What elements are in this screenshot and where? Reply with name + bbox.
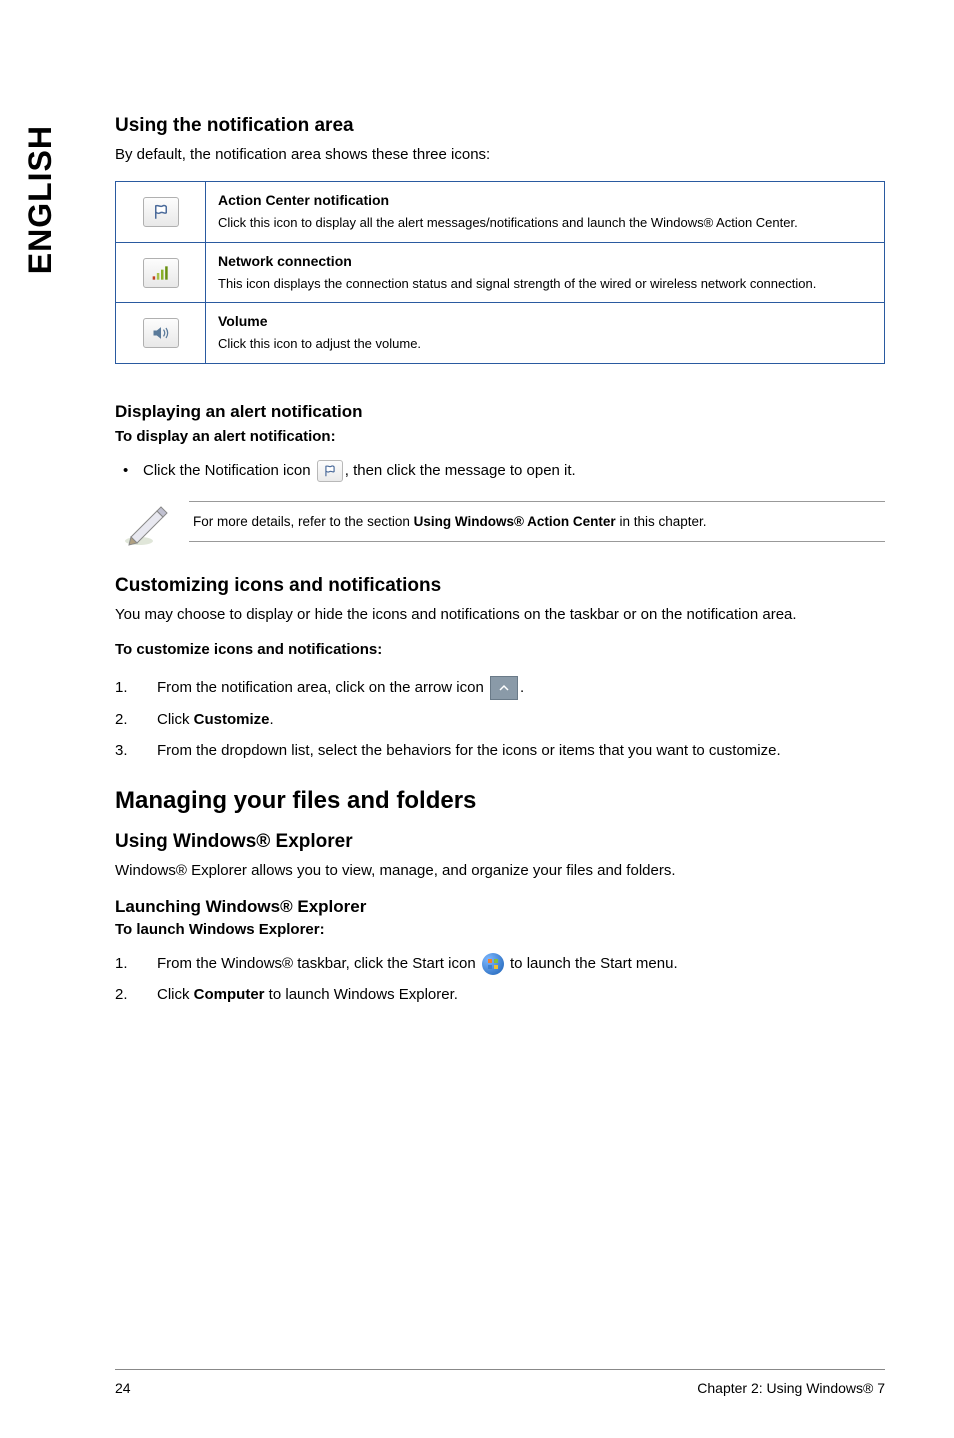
show-hidden-arrow-icon [490,676,518,700]
subheading-launching-explorer: Launching Windows® Explorer [115,897,885,917]
main-heading-managing-files: Managing your files and folders [115,787,885,815]
notification-flag-icon [317,460,343,482]
intro-text: Windows® Explorer allows you to view, ma… [115,861,885,881]
section-heading-customizing: Customizing icons and notifications [115,575,885,597]
volume-speaker-icon [143,318,179,348]
text-segment: to launch Windows Explorer. [265,986,458,1003]
text-segment: Click the Notification icon [143,462,315,479]
table-row: Action Center notification Click this ic… [116,182,885,243]
list-item: 1. From the Windows® taskbar, click the … [115,952,885,975]
icon-cell [116,242,206,303]
page-footer: 24 Chapter 2: Using Windows® 7 [115,1369,885,1396]
icon-cell [116,303,206,364]
action-center-flag-icon [143,197,179,227]
instruction-lead: To customize icons and notifications: [115,641,885,658]
cell-content: Volume Click this icon to adjust the vol… [206,303,885,364]
list-item: 3. From the dropdown list, select the be… [115,739,885,762]
network-signal-icon [143,258,179,288]
text-segment: , then click the message to open it. [345,462,576,479]
bold-segment: Computer [194,986,265,1003]
instruction-lead: To display an alert notification: [115,428,885,445]
cell-desc: Click this icon to display all the alert… [218,214,872,232]
list-text: Click Computer to launch Windows Explore… [157,983,458,1006]
section-heading-notification-area: Using the notification area [115,115,885,137]
numbered-list: 1. From the Windows® taskbar, click the … [115,952,885,1007]
intro-text: By default, the notification area shows … [115,145,885,165]
list-text: From the notification area, click on the… [157,676,524,700]
bullet-item: Click the Notification icon , then click… [143,459,885,483]
instruction-lead: To launch Windows Explorer: [115,921,885,938]
table-row: Volume Click this icon to adjust the vol… [116,303,885,364]
text-segment: . [520,679,524,696]
list-text: From the dropdown list, select the behav… [157,739,781,762]
cell-desc: Click this icon to adjust the volume. [218,335,872,353]
list-item: 2. Click Computer to launch Windows Expl… [115,983,885,1006]
text-segment: From the notification area, click on the… [157,679,488,696]
list-number: 2. [115,708,157,731]
text-segment: From the Windows® taskbar, click the Sta… [157,955,480,972]
list-text: From the Windows® taskbar, click the Sta… [157,952,678,975]
language-tab: ENGLISH [22,125,59,274]
list-number: 1. [115,676,157,699]
list-item: 1. From the notification area, click on … [115,676,885,700]
text-segment: to launch the Start menu. [510,955,678,972]
list-item: 2. Click Customize. [115,708,885,731]
list-number: 3. [115,739,157,762]
text-segment: in this chapter. [616,514,707,529]
cell-title: Action Center notification [218,192,872,208]
subheading-display-alert: Displaying an alert notification [115,402,885,422]
table-row: Network connection This icon displays th… [116,242,885,303]
page-number: 24 [115,1380,131,1396]
bold-segment: Using Windows® Action Center [414,514,616,529]
cell-desc: This icon displays the connection status… [218,275,872,293]
numbered-list: 1. From the notification area, click on … [115,676,885,763]
page-content: Using the notification area By default, … [115,115,885,1014]
list-number: 1. [115,952,157,975]
subheading-windows-explorer: Using Windows® Explorer [115,831,885,853]
notification-icons-table: Action Center notification Click this ic… [115,181,885,364]
cell-content: Action Center notification Click this ic… [206,182,885,243]
windows-start-orb-icon [482,953,504,975]
text-segment: Click [157,711,194,728]
text-segment: . [270,711,274,728]
chapter-label: Chapter 2: Using Windows® 7 [697,1380,885,1396]
list-number: 2. [115,983,157,1006]
note-callout: For more details, refer to the section U… [123,501,885,547]
pencil-note-icon [123,503,171,547]
icon-cell [116,182,206,243]
cell-title: Volume [218,313,872,329]
cell-content: Network connection This icon displays th… [206,242,885,303]
cell-title: Network connection [218,253,872,269]
bold-segment: Customize [194,711,270,728]
list-text: Click Customize. [157,708,274,731]
text-segment: Click [157,986,194,1003]
intro-text: You may choose to display or hide the ic… [115,605,885,625]
text-segment: For more details, refer to the section [193,514,414,529]
note-text: For more details, refer to the section U… [189,501,885,542]
